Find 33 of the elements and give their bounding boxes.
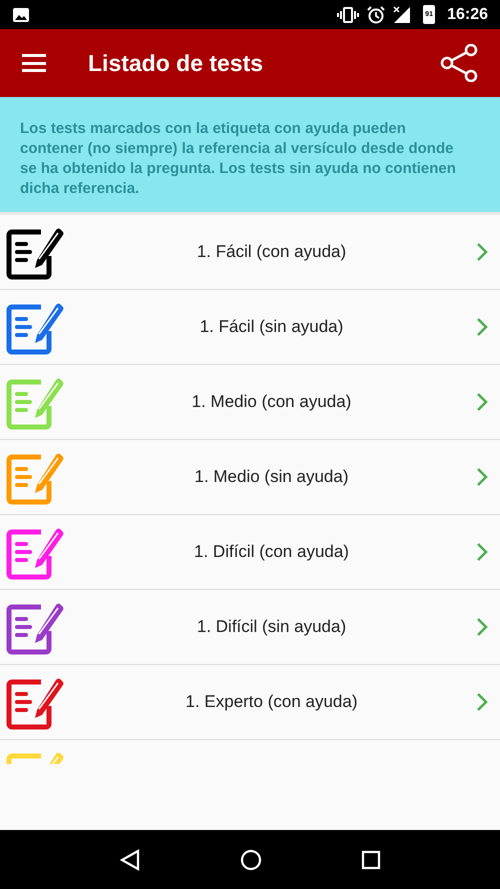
- clock-time: 16:26: [447, 4, 488, 24]
- chevron-right-icon: [476, 392, 488, 412]
- chevron-right-icon: [476, 317, 488, 337]
- chevron-right-icon: [476, 467, 488, 487]
- test-list-item[interactable]: 1. Medio (sin ayuda): [0, 440, 500, 515]
- test-title: 1. Fácil (sin ayuda): [198, 316, 344, 338]
- chevron-right-icon: [476, 692, 488, 712]
- alarm-icon: [367, 6, 386, 24]
- test-title: 1. Medio (con ayuda): [190, 391, 352, 414]
- chevron-right-icon: [476, 242, 488, 262]
- test-list-item[interactable]: 1. Difícil (con ayuda): [0, 515, 500, 590]
- signal-icon: [393, 6, 412, 24]
- toolbar-title: Listado de tests: [88, 48, 264, 78]
- test-title: 1. Fácil (con ayuda): [196, 241, 348, 264]
- test-title: 1. Medio (sin ayuda): [193, 466, 350, 488]
- test-title: 1. Experto (con ayuda): [184, 691, 358, 714]
- test-title: 1. Difícil (sin ayuda): [196, 616, 348, 638]
- menu-button[interactable]: [22, 54, 46, 72]
- test-title: 1. Difícil (con ayuda): [193, 541, 350, 564]
- test-list-item[interactable]: 1. Experto (con ayuda): [0, 665, 500, 740]
- share-icon[interactable]: [440, 44, 478, 82]
- chevron-right-icon: [476, 617, 488, 637]
- image-icon: [12, 6, 30, 22]
- home-icon[interactable]: [240, 848, 262, 870]
- test-list-item[interactable]: 1. Difícil (sin ayuda): [0, 590, 500, 665]
- vibrate-icon: [337, 6, 360, 22]
- test-list-item[interactable]: 1. Fácil (con ayuda): [0, 215, 500, 290]
- recents-icon[interactable]: [360, 850, 381, 870]
- test-list-item[interactable]: 1. Medio (con ayuda): [0, 365, 500, 440]
- info-text: Los tests marcados con la etiqueta con ayuda pueden contener (no siempre) la referencia al versículo desde donde se ha obtenido la pregunta. Los tests sin ayuda no contienen dicha referencia.: [20, 119, 457, 199]
- test-list-item[interactable]: 1. Fácil (sin ayuda): [0, 290, 500, 365]
- chevron-right-icon: [476, 542, 488, 562]
- back-icon[interactable]: [119, 848, 142, 870]
